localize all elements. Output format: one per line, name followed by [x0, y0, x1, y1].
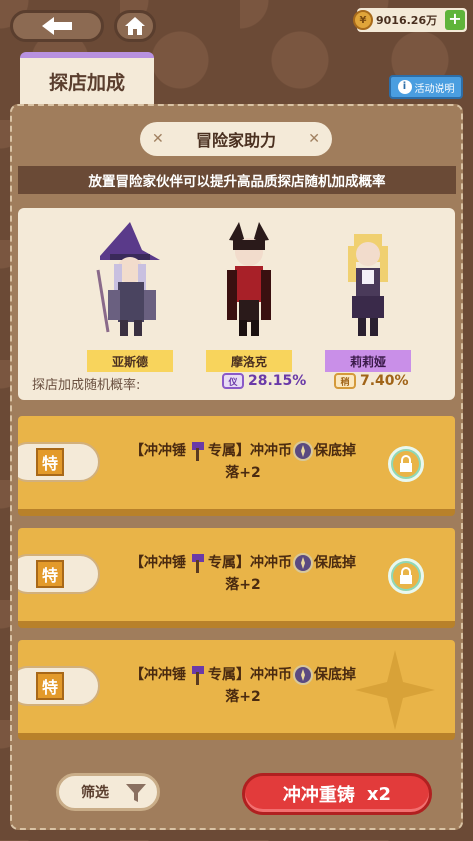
card-text-part: 落+2 [225, 577, 261, 593]
hero-slot-3[interactable]: 莉莉娅 [318, 220, 418, 372]
purple-rarity-badge: 仪 [222, 373, 244, 389]
gold-rate: 稍 7.40% [334, 373, 409, 389]
card-description: 【冲冲锤 专属】冲冲币 保底掉 落+2 [108, 664, 378, 708]
hero-panel: 亚斯德 摩洛克 莉莉娅 探店加成随机概率: 仪 28.15% 稍 7.40% [18, 208, 455, 400]
bonus-card-3[interactable]: 特 【冲冲锤 专属】冲冲币 保底掉 落+2 [18, 640, 455, 740]
subtitle-bar: 放置冒险家伙伴可以提升高品质探店随机加成概率 [18, 166, 456, 194]
card-text-part: 【冲冲锤 [130, 667, 186, 683]
lock-button[interactable] [388, 558, 424, 594]
card-description: 【冲冲锤 专属】冲冲币 保底掉 落+2 [108, 552, 378, 596]
coin-icon: ¥ [353, 10, 373, 30]
card-text-part: 保底掉 [314, 443, 356, 459]
home-button[interactable] [114, 10, 156, 42]
special-tag: 特 [18, 442, 100, 482]
gold-rarity-badge: 稍 [334, 373, 356, 389]
section-title: ✕ 冒险家助力 ✕ [140, 122, 332, 156]
card-text-part: 落+2 [225, 465, 261, 481]
help-button[interactable]: i 活动说明 [389, 75, 463, 99]
card-text-part: 专属】冲冲币 [208, 555, 292, 571]
bonus-rate-label: 探店加成随机概率: [32, 378, 141, 393]
decor-x-icon: ✕ [152, 131, 164, 147]
info-icon: i [397, 80, 412, 94]
section-title-text: 冒险家助力 [195, 131, 276, 150]
tab-shop-bonus[interactable]: 探店加成 [20, 52, 154, 104]
coin-icon [293, 553, 313, 573]
card-text-part: 专属】冲冲币 [208, 667, 292, 683]
purple-rate: 仪 28.15% [222, 373, 306, 389]
lock-button[interactable] [388, 446, 424, 482]
card-text-part: 落+2 [225, 689, 261, 705]
home-icon [125, 17, 145, 35]
bonus-card-2[interactable]: 特 【冲冲锤 专属】冲冲币 保底掉 落+2 [18, 528, 455, 628]
hammer-icon [192, 442, 204, 461]
decor-x-icon: ✕ [308, 131, 320, 147]
bonus-card-1[interactable]: 特 【冲冲锤 专属】冲冲币 保底掉 落+2 [18, 416, 455, 516]
special-tag: 特 [18, 554, 100, 594]
add-currency-button[interactable]: + [445, 10, 465, 30]
maid-character-icon [348, 234, 388, 336]
help-label: 活动说明 [414, 83, 455, 95]
card-text-part: 【冲冲锤 [130, 443, 186, 459]
card-text-part: 保底掉 [314, 667, 356, 683]
special-tag-label: 特 [36, 448, 64, 476]
top-bar: ¥ 9016.26万 + [0, 0, 473, 50]
lock-icon [400, 567, 412, 584]
card-text-part: 【冲冲锤 [130, 555, 186, 571]
gold-rate-value: 7.40% [360, 373, 409, 389]
back-button[interactable] [10, 10, 104, 42]
reroll-count: x2 [366, 783, 392, 805]
reroll-label: 冲冲重铸 [282, 785, 355, 806]
special-tag-label: 特 [36, 560, 64, 588]
currency-amount: 9016.26万 [376, 14, 438, 27]
filter-label: 筛选 [81, 785, 109, 801]
purple-rate-value: 28.15% [248, 373, 307, 389]
vampire-character-icon [227, 222, 271, 336]
arrow-left-icon [42, 17, 72, 35]
bonus-rate-row: 探店加成随机概率: 仪 28.15% 稍 7.40% [18, 368, 455, 396]
card-text-part: 专属】冲冲币 [208, 443, 292, 459]
hammer-icon [192, 666, 204, 685]
witch-character-icon [96, 222, 160, 336]
coin-icon [293, 441, 313, 461]
special-tag: 特 [18, 666, 100, 706]
special-tag-label: 特 [36, 672, 64, 700]
lock-icon [400, 455, 412, 472]
currency-display: ¥ 9016.26万 + [353, 8, 467, 32]
hero-slot-1[interactable]: 亚斯德 [80, 220, 180, 372]
hero-slot-2[interactable]: 摩洛克 [199, 220, 299, 372]
card-text-part: 保底掉 [314, 555, 356, 571]
filter-icon [126, 784, 146, 802]
reroll-button[interactable]: 冲冲重铸 x2 [242, 773, 432, 815]
card-description: 【冲冲锤 专属】冲冲币 保底掉 落+2 [108, 440, 378, 484]
hammer-icon [192, 554, 204, 573]
filter-button[interactable]: 筛选 [56, 773, 160, 811]
coin-icon [293, 665, 313, 685]
